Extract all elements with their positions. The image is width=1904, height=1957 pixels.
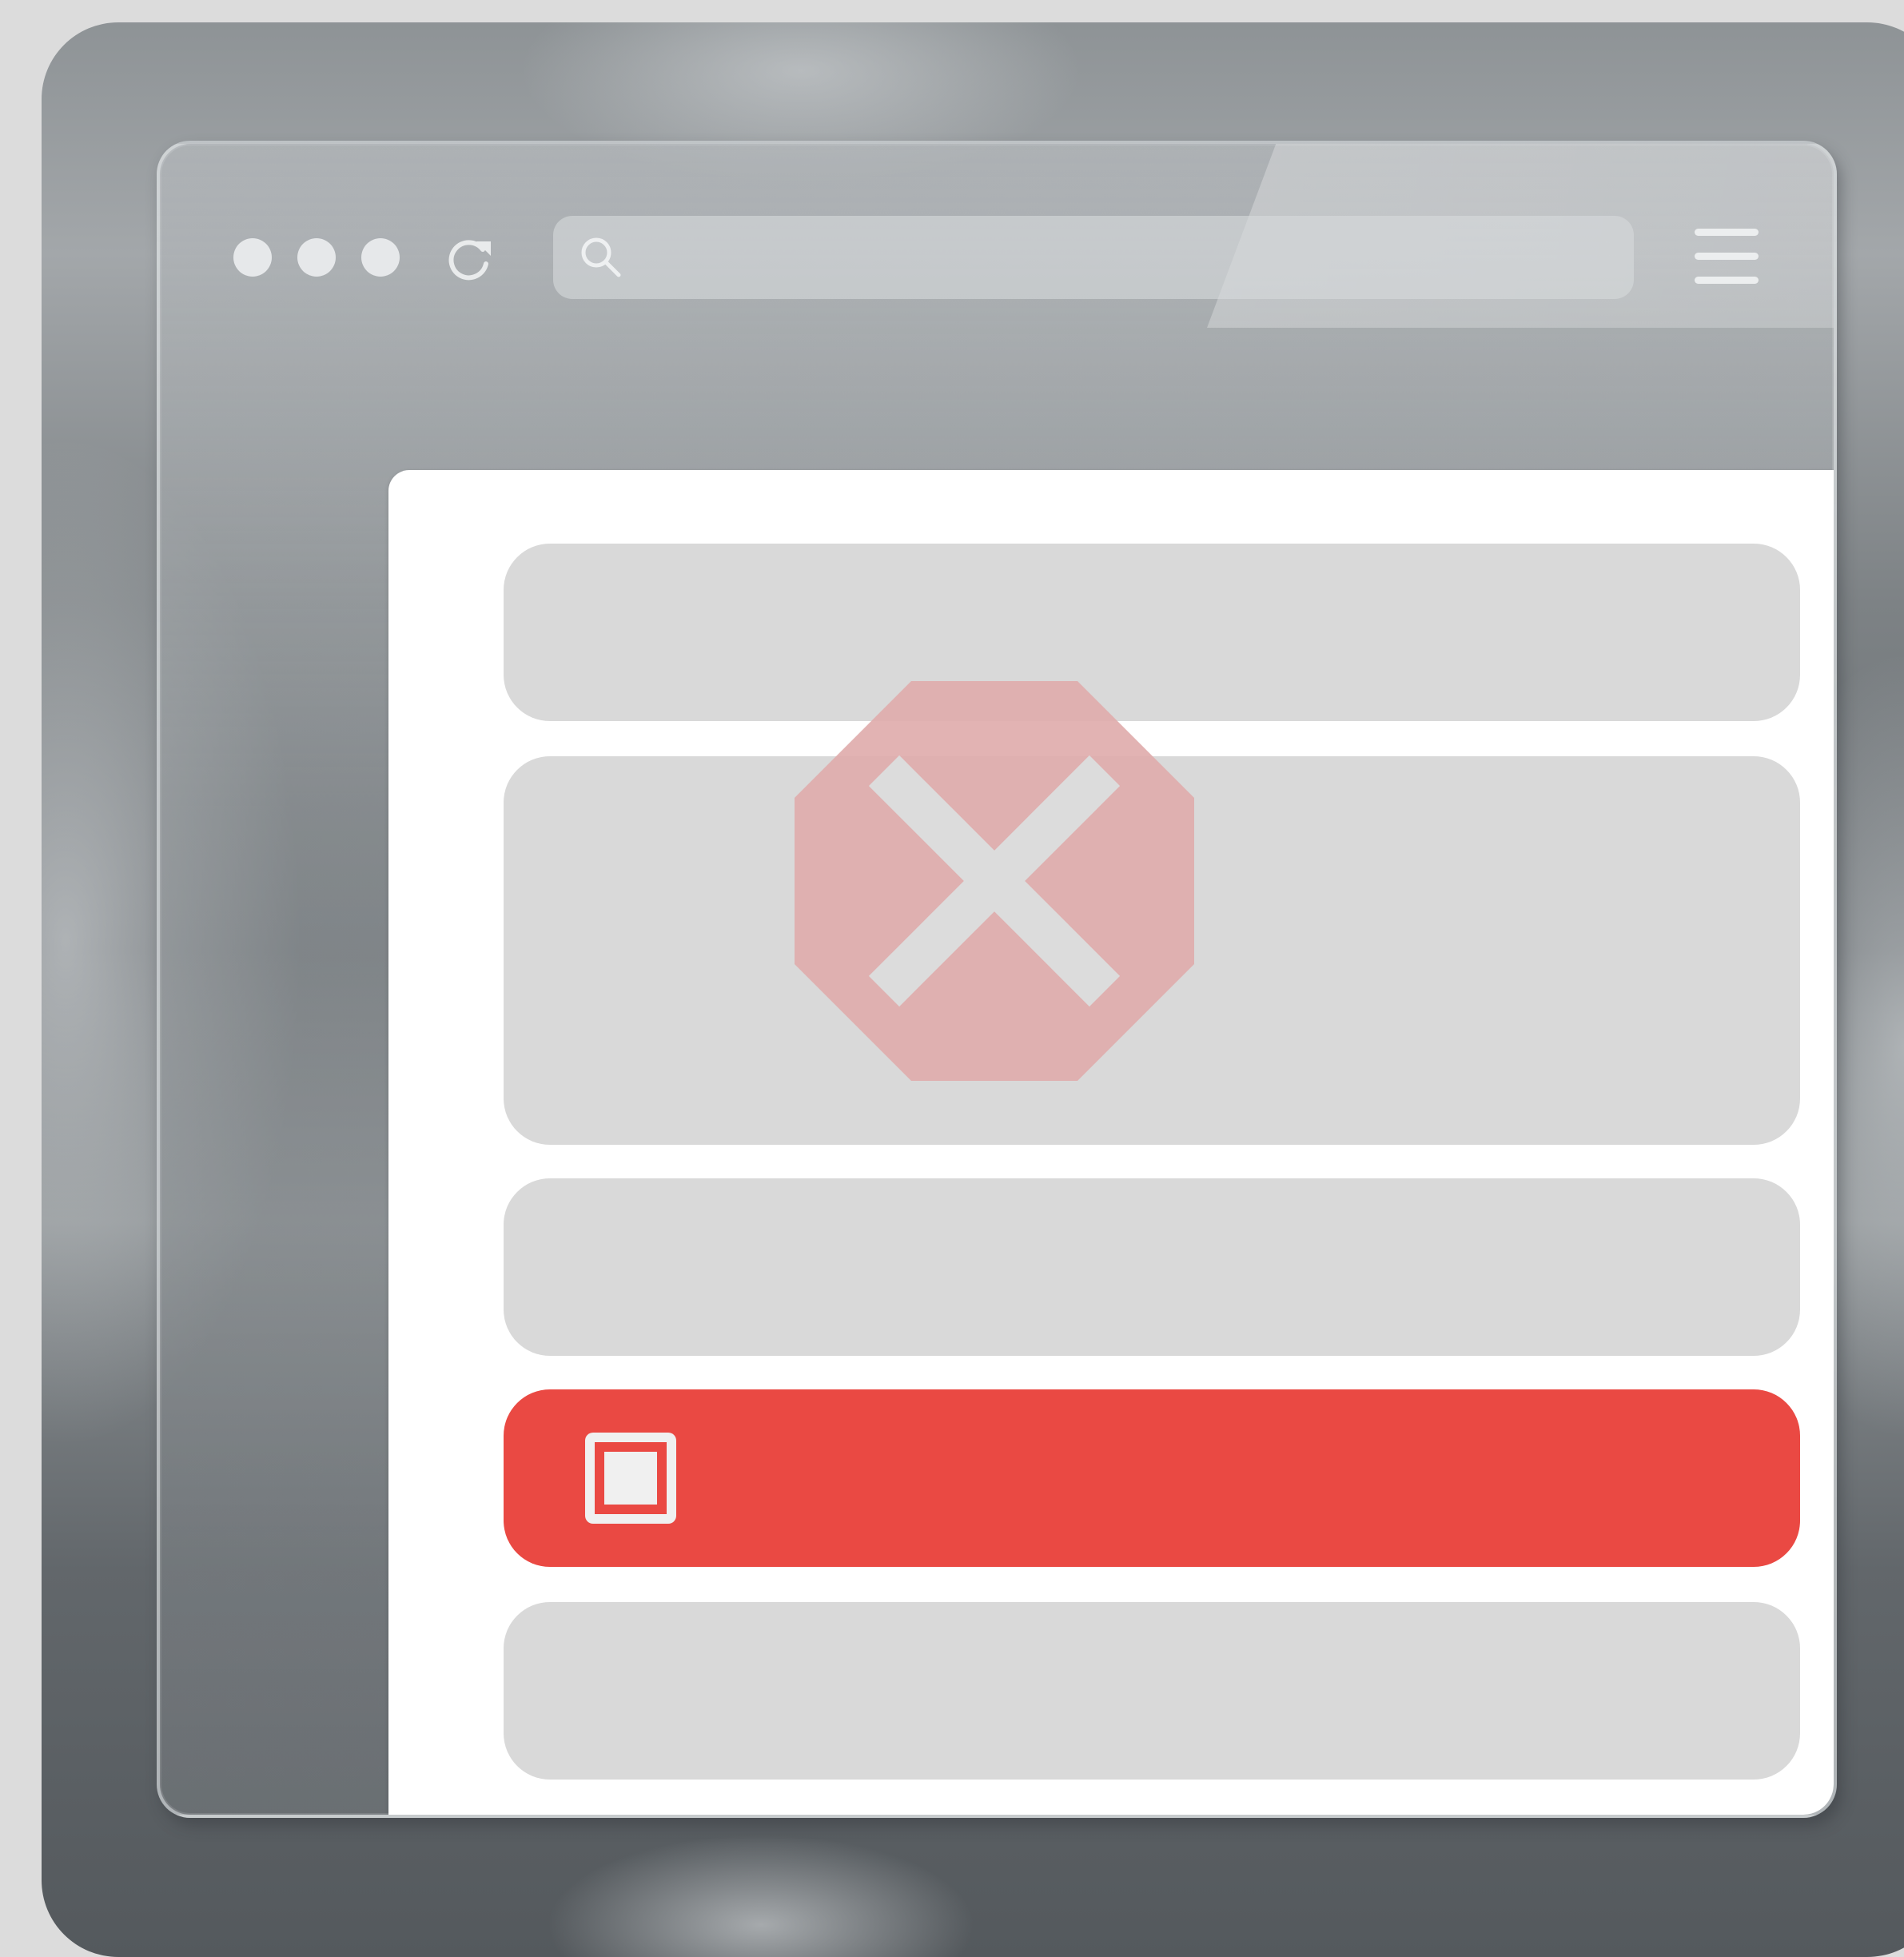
content-placeholder-block [504,1602,1800,1780]
content-placeholder-block [504,756,1800,1145]
content-placeholder-block [504,1178,1800,1356]
web-page-content [388,470,1834,1815]
reload-icon[interactable] [444,232,496,283]
browser-window [157,141,1837,1818]
content-placeholder-block [504,544,1800,721]
window-dot-minimize[interactable] [297,238,336,277]
address-bar[interactable] [553,216,1634,299]
window-square-icon [585,1433,676,1524]
browser-toolbar [160,144,1834,328]
window-dot-maximize[interactable] [361,238,400,277]
window-dot-close[interactable] [233,238,272,277]
error-highlighted-row[interactable] [504,1389,1800,1567]
menu-icon[interactable] [1695,229,1759,286]
search-icon [581,237,621,277]
